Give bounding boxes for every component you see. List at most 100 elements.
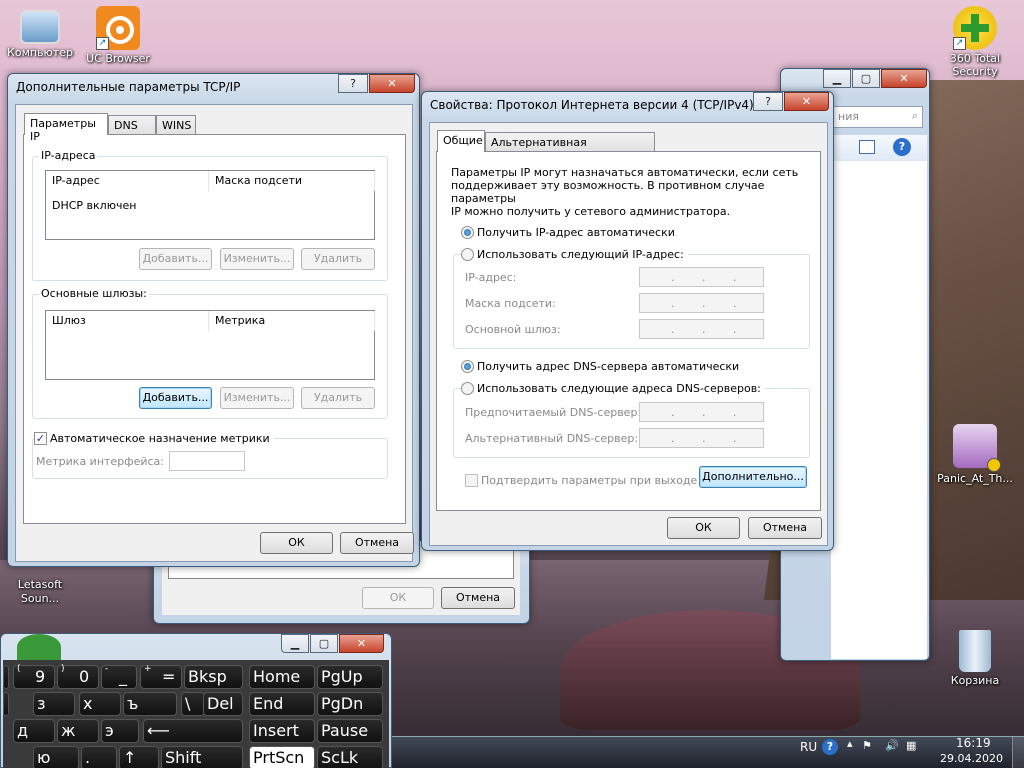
key-insert[interactable]: Insert	[249, 719, 315, 743]
flag-icon[interactable]: ⚑	[862, 739, 872, 752]
key-prtscn[interactable]: PrtScn	[249, 746, 315, 768]
key-enter[interactable]: ⟵	[143, 719, 243, 743]
help-icon[interactable]: ?	[893, 138, 911, 156]
cancel-button[interactable]: Отмена	[441, 587, 515, 609]
desktop-icon-panic[interactable]: Panic_At_Th...	[935, 424, 1015, 485]
tab-ip-settings[interactable]: Параметры IP	[24, 113, 108, 143]
alternate-dns-input[interactable]: ...	[639, 428, 764, 448]
key-backslash[interactable]: \	[181, 692, 205, 716]
manual-dns-radio[interactable]: Использовать следующие адреса DNS-сервер…	[461, 382, 765, 395]
gateway-list[interactable]: Шлюз Метрика	[45, 310, 375, 380]
edit-ip-button[interactable]: Изменить...	[220, 248, 294, 270]
key-shift[interactable]: Shift	[161, 746, 243, 768]
show-hidden-icons[interactable]: ▴	[847, 737, 853, 750]
help-button[interactable]: ?	[753, 92, 783, 111]
auto-ip-radio[interactable]: Получить IP-адрес автоматически	[461, 226, 675, 239]
key-end[interactable]: End	[249, 692, 315, 716]
key-del[interactable]: Del	[203, 692, 243, 716]
network-icon[interactable]: ▦	[906, 739, 916, 752]
column-header-metric[interactable]: Метрика	[209, 311, 375, 331]
close-button[interactable]: ✕	[881, 69, 927, 88]
key-yu[interactable]: ю	[33, 746, 79, 768]
on-screen-keyboard[interactable]: ▁ ▢ ✕ (9 ) 0 - _ + = Bksp Home PgUp з х ъ \…	[0, 633, 392, 768]
key-up-arrow[interactable]: ↑	[119, 746, 159, 768]
key-x-left[interactable]	[3, 692, 9, 716]
key[interactable]	[3, 665, 9, 689]
close-button[interactable]: ✕	[339, 634, 384, 653]
tab-dns[interactable]: DNS	[108, 115, 156, 135]
desktop-icon-360[interactable]: ↗ 360 Total Security	[935, 6, 1015, 78]
key-home[interactable]: Home	[249, 665, 315, 689]
tab-wins[interactable]: WINS	[156, 115, 196, 135]
search-input[interactable]: ния ⌕	[831, 106, 923, 128]
desktop-icon-recycle-bin[interactable]: Корзина	[935, 630, 1015, 687]
key-e[interactable]: э	[101, 719, 139, 743]
advanced-button[interactable]: Дополнительно...	[699, 466, 807, 488]
ip-address-list[interactable]: IP-адрес Маска подсети DHCP включен	[45, 170, 375, 240]
list-item[interactable]: DHCP включен	[52, 199, 136, 212]
gateway-input[interactable]: ...	[639, 319, 764, 339]
maximize-button[interactable]: ▢	[852, 69, 880, 88]
volume-icon[interactable]: 🔊	[885, 739, 899, 752]
key-period[interactable]: .	[81, 746, 117, 768]
cancel-button[interactable]: Отмена	[748, 517, 822, 539]
ipv4-properties-dialog[interactable]: Свойства: Протокол Интернета версии 4 (T…	[421, 91, 834, 551]
desktop-icon-uc-browser[interactable]: ↗ UC Browser	[78, 6, 158, 65]
key-sclk[interactable]: ScLk	[317, 746, 383, 768]
interface-metric-input[interactable]	[169, 451, 245, 471]
key-pgdn[interactable]: PgDn	[317, 692, 383, 716]
key-0[interactable]: ) 0	[57, 664, 99, 689]
tab-alternate[interactable]: Альтернативная конфигурация	[485, 132, 655, 162]
tab-general[interactable]: Общие	[437, 130, 485, 152]
key-9[interactable]: (9	[13, 664, 55, 689]
add-ip-button[interactable]: Добавить...	[139, 248, 212, 270]
ok-button[interactable]: ОК	[260, 532, 333, 554]
cancel-button[interactable]: Отмена	[340, 532, 414, 554]
key-equals[interactable]: + =	[140, 664, 182, 689]
key-pause[interactable]: Pause	[317, 719, 383, 743]
advanced-tcpip-dialog[interactable]: Дополнительные параметры TCP/IP ? ✕ Пара…	[7, 73, 420, 567]
desktop-icon-computer[interactable]: Компьютер	[0, 6, 80, 59]
tab-panel: Параметры IP могут назначаться автоматич…	[436, 151, 821, 511]
ok-button[interactable]: ОК	[362, 587, 434, 609]
subnet-mask-input[interactable]: ...	[639, 293, 764, 313]
column-header-ip[interactable]: IP-адрес	[46, 171, 209, 191]
music-file-icon	[953, 424, 1001, 472]
key-zh[interactable]: ж	[57, 719, 99, 743]
clock-date[interactable]: 29.04.2020	[940, 752, 1003, 765]
column-header-mask[interactable]: Маска подсети	[209, 171, 375, 191]
auto-metric-checkbox[interactable]: ✓ Автоматическое назначение метрики	[34, 432, 274, 445]
help-button[interactable]: ?	[338, 74, 368, 93]
clock-time[interactable]: 16:19	[956, 736, 991, 750]
manual-ip-radio[interactable]: Использовать следующий IP-адрес:	[461, 248, 688, 261]
ok-button[interactable]: ОК	[667, 517, 740, 539]
key-minus[interactable]: - _	[101, 664, 137, 689]
minimize-button[interactable]: ▁	[281, 634, 309, 653]
key-z[interactable]: з	[33, 692, 75, 716]
preferred-dns-input[interactable]: ...	[639, 402, 764, 422]
remove-gateway-button[interactable]: Удалить	[301, 387, 375, 409]
ip-address-input[interactable]: ...	[639, 267, 764, 287]
close-button[interactable]: ✕	[784, 92, 829, 111]
key-backspace[interactable]: Bksp	[184, 665, 243, 689]
key-kh[interactable]: х	[79, 692, 121, 716]
key-hard-sign[interactable]: ъ	[123, 692, 177, 716]
show-desktop-button[interactable]	[1012, 737, 1024, 768]
validate-on-exit-checkbox[interactable]: Подтвердить параметры при выходе	[465, 474, 697, 487]
key-d[interactable]: д	[13, 719, 55, 743]
language-indicator[interactable]: RU	[800, 740, 817, 754]
edit-gateway-button[interactable]: Изменить...	[220, 387, 294, 409]
auto-dns-radio[interactable]: Получить адрес DNS-сервера автоматически	[461, 360, 739, 373]
column-header-gateway[interactable]: Шлюз	[46, 311, 209, 331]
search-placeholder: ния	[838, 110, 859, 123]
preview-pane-icon[interactable]	[859, 140, 875, 154]
maximize-button[interactable]: ▢	[310, 634, 338, 653]
key-pgup[interactable]: PgUp	[317, 665, 383, 689]
add-gateway-button[interactable]: Добавить...	[139, 387, 212, 409]
help-icon[interactable]: ?	[822, 739, 838, 755]
minimize-button[interactable]: ▁	[823, 69, 851, 88]
desktop-icon-letasoft[interactable]: Letasoft Soun...	[0, 578, 80, 606]
interface-metric-label: Метрика интерфейса:	[36, 455, 164, 468]
remove-ip-button[interactable]: Удалить	[301, 248, 375, 270]
close-button[interactable]: ✕	[369, 74, 415, 93]
